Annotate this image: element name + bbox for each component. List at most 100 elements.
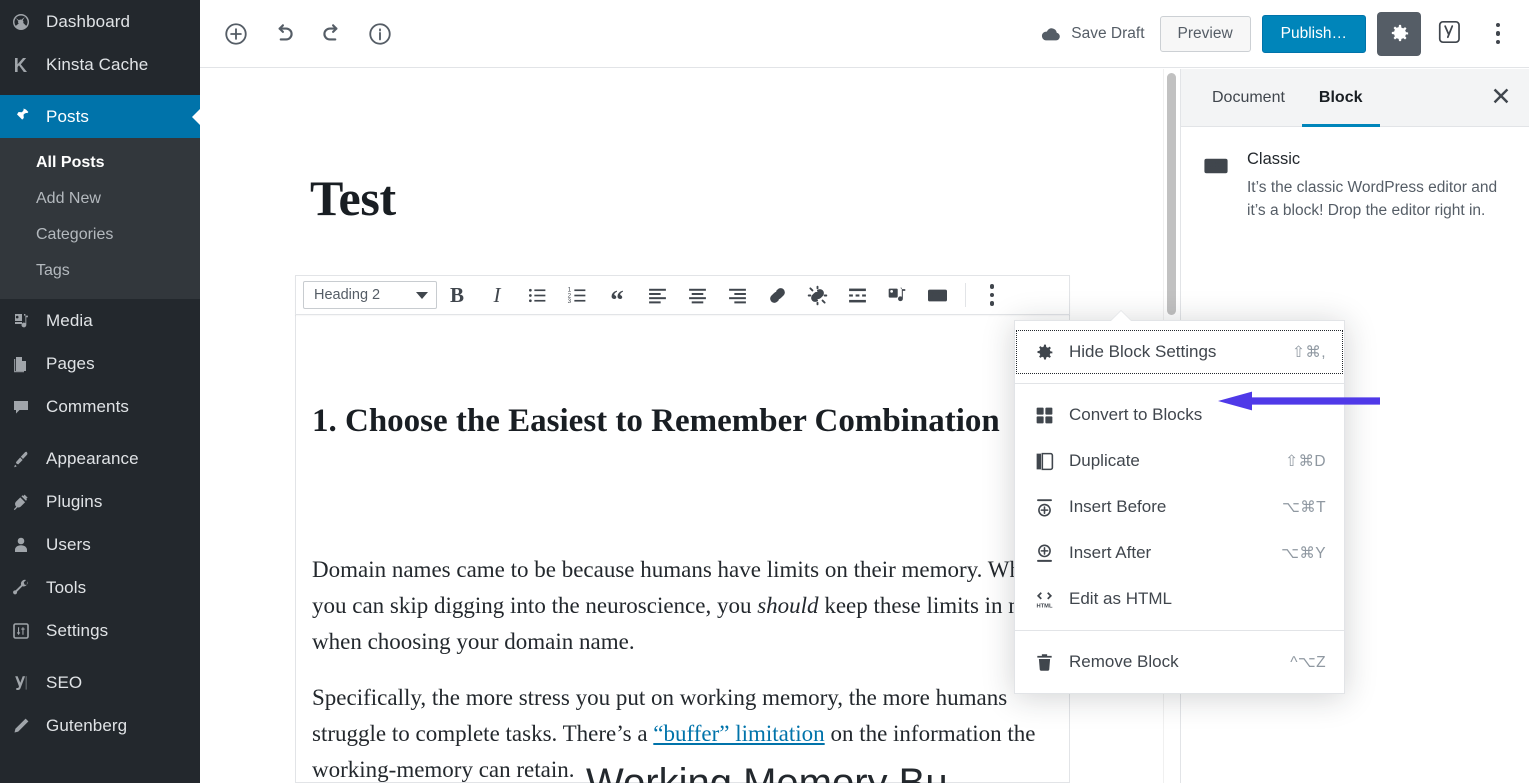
menu-item-label: Insert Before xyxy=(1064,497,1282,517)
save-draft-button[interactable]: Save Draft xyxy=(1036,18,1148,50)
block-heading[interactable]: 1. Choose the Easiest to Remember Combin… xyxy=(312,392,1012,451)
numbered-list-button[interactable]: 123 xyxy=(557,278,597,312)
admin-sidebar: Dashboard Kinsta Cache Posts All Posts A… xyxy=(0,0,200,783)
publish-button[interactable]: Publish… xyxy=(1262,15,1366,53)
read-more-button[interactable] xyxy=(837,278,877,312)
svg-text:3: 3 xyxy=(567,298,571,305)
menu-item-edit-as-html[interactable]: HTML Edit as HTML xyxy=(1015,576,1344,622)
sidebar-item-pages[interactable]: Pages xyxy=(0,342,200,385)
menu-item-insert-after[interactable]: Insert After ⌥⌘Y xyxy=(1015,530,1344,576)
sidebar-item-seo[interactable]: SEO xyxy=(0,661,200,704)
classic-block[interactable]: 1. Choose the Easiest to Remember Combin… xyxy=(295,309,1070,783)
italic-button[interactable]: I xyxy=(477,278,517,312)
block-card-title: Classic xyxy=(1247,150,1507,169)
sidebar-item-label: Gutenberg xyxy=(43,716,127,736)
align-right-icon xyxy=(727,285,748,306)
yoast-button[interactable] xyxy=(1432,15,1470,53)
users-icon xyxy=(11,534,43,556)
numbered-list-icon: 123 xyxy=(567,285,588,306)
sidebar-item-plugins[interactable]: Plugins xyxy=(0,480,200,523)
sidebar-item-label: Tools xyxy=(43,578,86,598)
editor-scrollbar-thumb[interactable] xyxy=(1167,73,1176,315)
gear-icon xyxy=(1034,342,1064,363)
classic-editor-keyboard-icon xyxy=(1203,150,1229,222)
broken-link-icon xyxy=(807,285,828,306)
block-card-description: It’s the classic WordPress editor and it… xyxy=(1247,176,1507,222)
link-icon xyxy=(767,285,788,306)
content-info-icon[interactable] xyxy=(362,16,398,52)
preview-button[interactable]: Preview xyxy=(1160,16,1251,52)
sidebar-item-label: SEO xyxy=(43,673,82,693)
block-options-button[interactable] xyxy=(972,278,1012,312)
sidebar-item-label: Settings xyxy=(43,621,108,641)
blocks-grid-icon xyxy=(1034,405,1064,426)
menu-item-label: Edit as HTML xyxy=(1064,589,1326,609)
bulleted-list-button[interactable] xyxy=(517,278,557,312)
sidebar-item-label: Media xyxy=(43,311,93,331)
settings-icon xyxy=(11,620,43,642)
sidebar-item-tools[interactable]: Tools xyxy=(0,566,200,609)
align-center-button[interactable] xyxy=(677,278,717,312)
sidebar-item-dashboard[interactable]: Dashboard xyxy=(0,0,200,43)
submenu-item-categories[interactable]: Categories xyxy=(0,217,200,253)
sidebar-item-label: Users xyxy=(43,535,91,555)
bulleted-list-icon xyxy=(527,285,548,306)
block-paragraph-1[interactable]: Domain names came to be because humans h… xyxy=(312,552,1072,660)
embedded-image-heading: Working Memory Bu xyxy=(586,761,948,783)
tab-document[interactable]: Document xyxy=(1195,69,1302,126)
sidebar-item-settings[interactable]: Settings xyxy=(0,609,200,652)
insert-link-button[interactable] xyxy=(757,278,797,312)
settings-gear-button[interactable] xyxy=(1377,12,1421,56)
sidebar-item-label: Dashboard xyxy=(43,12,130,32)
classic-block-toolbar: Heading 2 B I 123 “ xyxy=(295,275,1070,315)
tab-block[interactable]: Block xyxy=(1302,69,1380,126)
insert-after-icon xyxy=(1034,543,1064,564)
submenu-item-tags[interactable]: Tags xyxy=(0,253,200,289)
add-media-button[interactable] xyxy=(877,278,917,312)
sidebar-item-kinsta-cache[interactable]: Kinsta Cache xyxy=(0,43,200,86)
undo-icon[interactable] xyxy=(266,16,302,52)
sidebar-item-media[interactable]: Media xyxy=(0,299,200,342)
editor-top-bar: Save Draft Preview Publish… xyxy=(200,0,1529,68)
plugins-icon xyxy=(11,491,43,513)
menu-item-duplicate[interactable]: Duplicate ⇧⌘D xyxy=(1015,438,1344,484)
menu-item-label: Insert After xyxy=(1064,543,1281,563)
menu-item-convert-to-blocks[interactable]: Convert to Blocks xyxy=(1015,392,1344,438)
trash-icon xyxy=(1034,652,1064,673)
menu-item-remove-block[interactable]: Remove Block ^⌥Z xyxy=(1015,639,1344,685)
add-block-icon[interactable] xyxy=(218,16,254,52)
align-right-button[interactable] xyxy=(717,278,757,312)
sidebar-item-users[interactable]: Users xyxy=(0,523,200,566)
post-title[interactable]: Test xyxy=(310,169,396,227)
menu-item-label: Duplicate xyxy=(1064,451,1285,471)
keyboard-shortcuts-button[interactable] xyxy=(917,278,957,312)
close-settings-button[interactable]: ✕ xyxy=(1473,69,1529,126)
sidebar-item-label: Kinsta Cache xyxy=(43,55,148,75)
menu-item-label: Hide Block Settings xyxy=(1064,342,1292,362)
menu-group-remove: Remove Block ^⌥Z xyxy=(1015,630,1344,693)
buffer-limitation-link[interactable]: “buffer” limitation xyxy=(653,721,824,746)
more-options-button[interactable] xyxy=(1481,14,1515,54)
align-center-icon xyxy=(687,285,708,306)
menu-item-insert-before[interactable]: Insert Before ⌥⌘T xyxy=(1015,484,1344,530)
blockquote-button[interactable]: “ xyxy=(597,278,637,312)
comments-icon xyxy=(11,396,43,418)
sidebar-item-gutenberg[interactable]: Gutenberg xyxy=(0,704,200,747)
chevron-down-icon xyxy=(416,292,428,299)
block-format-select[interactable]: Heading 2 xyxy=(303,281,437,309)
sidebar-item-appearance[interactable]: Appearance xyxy=(0,437,200,480)
vertical-dots-icon xyxy=(1496,23,1501,45)
toolbar-divider xyxy=(965,283,966,307)
sidebar-item-comments[interactable]: Comments xyxy=(0,385,200,428)
submenu-item-all-posts[interactable]: All Posts xyxy=(0,145,200,181)
block-card-text: Classic It’s the classic WordPress edito… xyxy=(1247,150,1507,222)
bold-button[interactable]: B xyxy=(437,278,477,312)
remove-link-button[interactable] xyxy=(797,278,837,312)
menu-item-hide-block-settings[interactable]: Hide Block Settings ⇧⌘, xyxy=(1015,329,1344,375)
pencil-icon xyxy=(11,715,43,737)
save-draft-label: Save Draft xyxy=(1071,25,1144,43)
submenu-item-add-new[interactable]: Add New xyxy=(0,181,200,217)
redo-icon[interactable] xyxy=(314,16,350,52)
align-left-button[interactable] xyxy=(637,278,677,312)
sidebar-item-posts[interactable]: Posts xyxy=(0,95,200,138)
